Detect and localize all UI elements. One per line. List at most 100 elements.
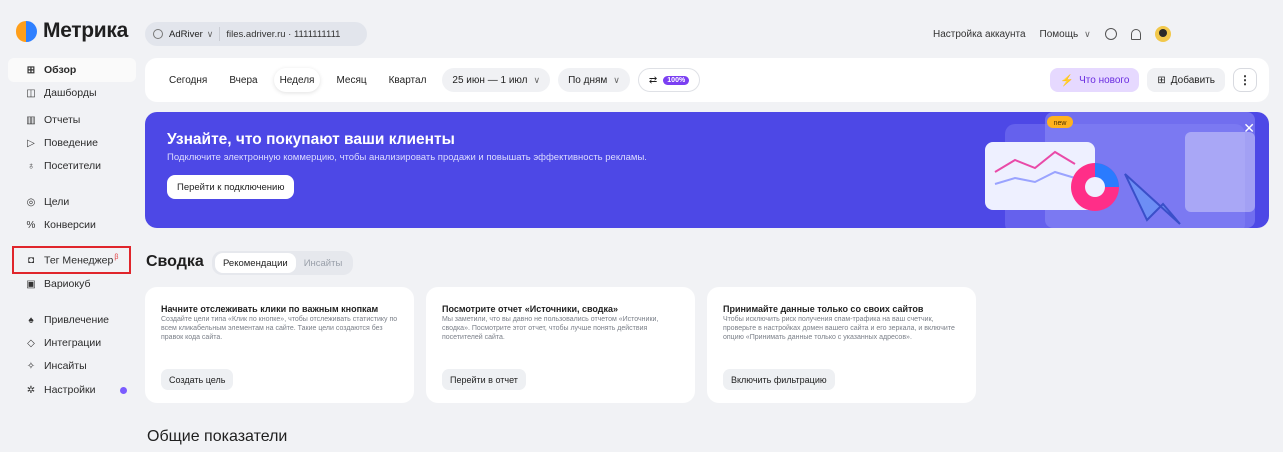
period-today-button[interactable]: Сегодня — [163, 68, 213, 92]
whats-new-button[interactable]: ⚡ Что нового — [1050, 68, 1140, 92]
counter-url: files.adriver.ru · 1111111111 — [226, 28, 341, 40]
sidebar-item-behavior[interactable]: ▷ Поведение — [8, 131, 136, 155]
summary-title: Сводка — [146, 253, 204, 270]
create-goal-button[interactable]: Создать цель — [161, 369, 234, 390]
period-month-button[interactable]: Месяц — [330, 68, 372, 92]
sidebar-item-reports[interactable]: ▥ Отчеты — [8, 108, 136, 132]
enable-filtering-button[interactable]: Включить фильтрацию — [723, 369, 835, 390]
sidebar-item-label: Инсайты — [44, 360, 87, 372]
user-icon: ♁ — [27, 160, 35, 172]
sampling-button[interactable]: ⇄ 100% — [637, 68, 701, 92]
bell-icon[interactable] — [1130, 28, 1141, 40]
cube-icon: ▣ — [26, 278, 36, 290]
sidebar-item-overview[interactable]: ⊞ Обзор — [8, 58, 136, 82]
chevron-down-icon: ∨ — [613, 74, 620, 85]
general-metrics-title: Общие показатели — [147, 428, 288, 445]
chevron-down-icon: ∨ — [533, 74, 541, 85]
sidebar-item-goals[interactable]: ◎ Цели — [8, 190, 136, 214]
close-icon[interactable]: ✕ — [1243, 120, 1255, 137]
sidebar-item-label: Обзор — [44, 64, 77, 76]
banner-title: Узнайте, что покупают ваши клиенты — [167, 131, 455, 148]
new-tag: new — [1054, 120, 1068, 127]
sidebar-item-label: Интеграции — [44, 337, 102, 349]
grouping-select[interactable]: По дням ∨ — [558, 68, 630, 92]
notification-dot — [120, 386, 127, 394]
sidebar-item-label: Конверсии — [44, 219, 96, 231]
sparkle-icon: ✧ — [26, 360, 36, 372]
tab-insights[interactable]: Инсайты — [296, 253, 351, 273]
sidebar-item-label: Дашборды — [44, 87, 97, 99]
avatar[interactable] — [1154, 26, 1171, 42]
chevron-down-icon: ∨ — [206, 28, 214, 39]
fire-icon: ♠ — [28, 314, 34, 326]
site-name: AdRiver — [169, 28, 203, 40]
gear-icon: ✲ — [26, 384, 36, 396]
card-text: Создайте цели типа «Клик по кнопке», что… — [161, 316, 398, 341]
recommendation-card: Принимайте данные только со своих сайтов… — [707, 287, 976, 403]
sidebar-item-insights[interactable]: ✧ Инсайты — [8, 354, 136, 378]
add-label: Добавить — [1170, 74, 1215, 86]
more-menu-icon[interactable]: ⋮ — [1233, 68, 1257, 92]
add-button[interactable]: ⊞ Добавить — [1147, 68, 1225, 92]
sidebar-item-label: Вариокуб — [44, 278, 91, 290]
grouping-label: По дням — [568, 74, 608, 86]
sidebar-item-variocube[interactable]: ▣ Вариокуб — [8, 272, 136, 296]
period-yesterday-button[interactable]: Вчера — [223, 68, 263, 92]
site-selector[interactable]: AdRiver ∨ files.adriver.ru · 1111111111 — [145, 22, 367, 46]
sidebar-item-settings[interactable]: ✲ Настройки — [8, 378, 136, 402]
sidebar-item-label: Поведение — [44, 137, 98, 149]
card-title: Принимайте данные только со своих сайтов — [723, 304, 924, 314]
connect-ecommerce-button[interactable]: Перейти к подключению — [167, 175, 295, 199]
period-week-button[interactable]: Неделя — [273, 68, 321, 92]
sidebar-item-label: Привлечение — [44, 314, 110, 326]
sidebar-item-conversions[interactable]: % Конверсии — [8, 213, 136, 237]
sidebar-item-label: Настройки — [44, 384, 96, 396]
tag-manager-highlight-frame — [12, 246, 131, 274]
ecommerce-promo-banner: Узнайте, что покупают ваши клиенты Подкл… — [145, 112, 1269, 228]
logo-text: Метрика — [43, 19, 129, 42]
period-quarter-button[interactable]: Квартал — [383, 68, 433, 92]
date-range-picker[interactable]: 25 июн — 1 июл ∨ — [442, 68, 551, 92]
ecommerce-illustration: new — [985, 112, 1255, 228]
card-text: Мы заметили, что вы давно не пользовалис… — [442, 316, 659, 341]
help-label: Помощь — [1039, 28, 1079, 40]
open-report-button[interactable]: Перейти в отчет — [442, 369, 526, 390]
card-text: Чтобы исключить риск получения спам-траф… — [723, 316, 955, 341]
sidebar-item-integrations[interactable]: ◇ Интеграции — [8, 331, 136, 355]
bars-icon: ▥ — [26, 114, 36, 126]
sidebar-item-visitors[interactable]: ♁ Посетители — [8, 154, 136, 178]
plug-icon: ◇ — [27, 337, 35, 349]
sidebar-item-label: Посетители — [44, 160, 101, 172]
whats-new-label: Что нового — [1079, 74, 1130, 86]
widgets-icon: ⊞ — [1157, 74, 1166, 86]
account-settings-link[interactable]: Настройка аккаунта — [933, 29, 1026, 40]
sidebar-item-label: Цели — [44, 196, 70, 208]
recommendation-card: Начните отслеживать клики по важным кноп… — [145, 287, 414, 403]
dashboard-icon: ◫ — [26, 87, 36, 99]
lightning-icon: ⚡ — [1060, 74, 1075, 87]
card-title: Начните отслеживать клики по важным кноп… — [161, 304, 379, 314]
globe-icon — [153, 29, 163, 39]
period-toolbar: Сегодня Вчера Неделя Месяц Квартал 25 ию… — [145, 58, 1269, 102]
card-title: Посмотрите отчет «Источники, сводка» — [442, 304, 619, 314]
help-menu[interactable]: Помощь ∨ — [1040, 29, 1091, 40]
metrika-logo-icon — [16, 20, 37, 42]
tab-recommendations[interactable]: Рекомендации — [215, 253, 296, 273]
summary-tabs: Рекомендации Инсайты — [212, 251, 354, 275]
chevron-down-icon: ∨ — [1084, 28, 1091, 39]
banner-subtitle: Подключите электронную коммерцию, чтобы … — [167, 152, 647, 163]
sliders-icon: ⇄ — [648, 74, 658, 86]
sidebar-item-dashboards[interactable]: ◫ Дашборды — [8, 81, 136, 105]
target-icon: ◎ — [26, 196, 36, 208]
percent-icon: % — [26, 219, 36, 231]
app-logo[interactable]: Метрика — [16, 19, 128, 43]
chat-icon[interactable] — [1104, 28, 1117, 40]
sidebar-item-acquisition[interactable]: ♠ Привлечение — [8, 308, 136, 332]
sampling-badge: 100% — [663, 75, 690, 85]
recommendation-card: Посмотрите отчет «Источники, сводка» Мы … — [426, 287, 695, 403]
grid-icon: ⊞ — [26, 64, 36, 76]
top-navigation: Настройка аккаунта Помощь ∨ — [933, 26, 1185, 42]
sidebar-item-label: Отчеты — [44, 114, 81, 126]
date-range-label: 25 июн — 1 июл — [452, 74, 528, 86]
play-icon: ▷ — [27, 137, 35, 149]
